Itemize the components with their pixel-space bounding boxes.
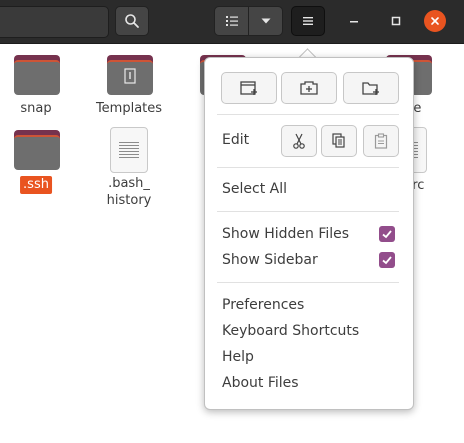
cut-icon bbox=[293, 133, 305, 149]
check-icon bbox=[382, 256, 392, 265]
minimize-button[interactable] bbox=[343, 10, 365, 32]
paste-icon bbox=[374, 133, 388, 149]
copy-button[interactable] bbox=[321, 125, 357, 157]
folder-icon bbox=[14, 130, 60, 170]
new-window-icon bbox=[240, 81, 257, 95]
paste-button[interactable] bbox=[363, 125, 399, 157]
folder-icon bbox=[14, 55, 60, 95]
maximize-icon bbox=[391, 16, 401, 26]
help-item[interactable]: Help bbox=[222, 348, 254, 366]
list-view-icon bbox=[225, 16, 238, 26]
file-label: snap bbox=[20, 101, 52, 116]
show-sidebar-item[interactable]: Show Sidebar bbox=[222, 251, 318, 269]
hamburger-menu-icon bbox=[303, 17, 313, 25]
copy-icon bbox=[332, 133, 345, 148]
select-all-item[interactable]: Select All bbox=[222, 180, 287, 198]
new-folder-icon bbox=[362, 82, 379, 95]
maximize-button[interactable] bbox=[385, 10, 407, 32]
new-tab-icon bbox=[300, 81, 318, 95]
header-bar bbox=[0, 0, 464, 44]
close-icon bbox=[431, 17, 439, 25]
edit-label: Edit bbox=[222, 132, 250, 148]
file-item-bash-history[interactable]: .bash_ history bbox=[83, 127, 175, 211]
file-label: Templates bbox=[95, 101, 163, 116]
path-bar[interactable] bbox=[0, 6, 109, 38]
menu-separator bbox=[217, 167, 399, 168]
list-view-button[interactable] bbox=[214, 6, 249, 36]
keyboard-shortcuts-item[interactable]: Keyboard Shortcuts bbox=[222, 322, 359, 340]
file-label-line-1: .bash_ bbox=[108, 176, 150, 191]
templates-folder-icon bbox=[107, 55, 153, 95]
menu-separator bbox=[217, 282, 399, 283]
file-label-selected: .ssh bbox=[20, 176, 52, 194]
new-tab-button[interactable] bbox=[281, 72, 337, 104]
text-file-icon bbox=[110, 127, 148, 173]
menu-separator bbox=[217, 211, 399, 212]
minimize-icon bbox=[350, 21, 358, 23]
show-sidebar-checkbox[interactable] bbox=[379, 252, 395, 268]
file-item-templates[interactable]: Templates bbox=[83, 55, 175, 121]
file-item-snap[interactable]: snap bbox=[0, 55, 82, 121]
preferences-item[interactable]: Preferences bbox=[222, 296, 304, 314]
show-hidden-files-checkbox[interactable] bbox=[379, 226, 395, 242]
menu-separator bbox=[217, 114, 399, 115]
search-button[interactable] bbox=[115, 6, 149, 36]
about-files-item[interactable]: About Files bbox=[222, 374, 299, 392]
main-menu-button[interactable] bbox=[291, 6, 325, 36]
file-label-line-2: history bbox=[106, 193, 152, 208]
close-button[interactable] bbox=[424, 10, 446, 32]
new-window-button[interactable] bbox=[221, 72, 277, 104]
main-menu-popover: Edit Select All Show Hidden Files Show S… bbox=[204, 57, 414, 410]
check-icon bbox=[382, 230, 392, 239]
cut-button[interactable] bbox=[281, 125, 317, 157]
file-item-ssh[interactable]: .ssh bbox=[0, 130, 82, 196]
view-options-button[interactable] bbox=[249, 6, 283, 36]
show-hidden-files-item[interactable]: Show Hidden Files bbox=[222, 225, 349, 243]
search-icon bbox=[125, 14, 139, 28]
new-folder-button[interactable] bbox=[343, 72, 399, 104]
chevron-down-icon bbox=[261, 18, 270, 24]
